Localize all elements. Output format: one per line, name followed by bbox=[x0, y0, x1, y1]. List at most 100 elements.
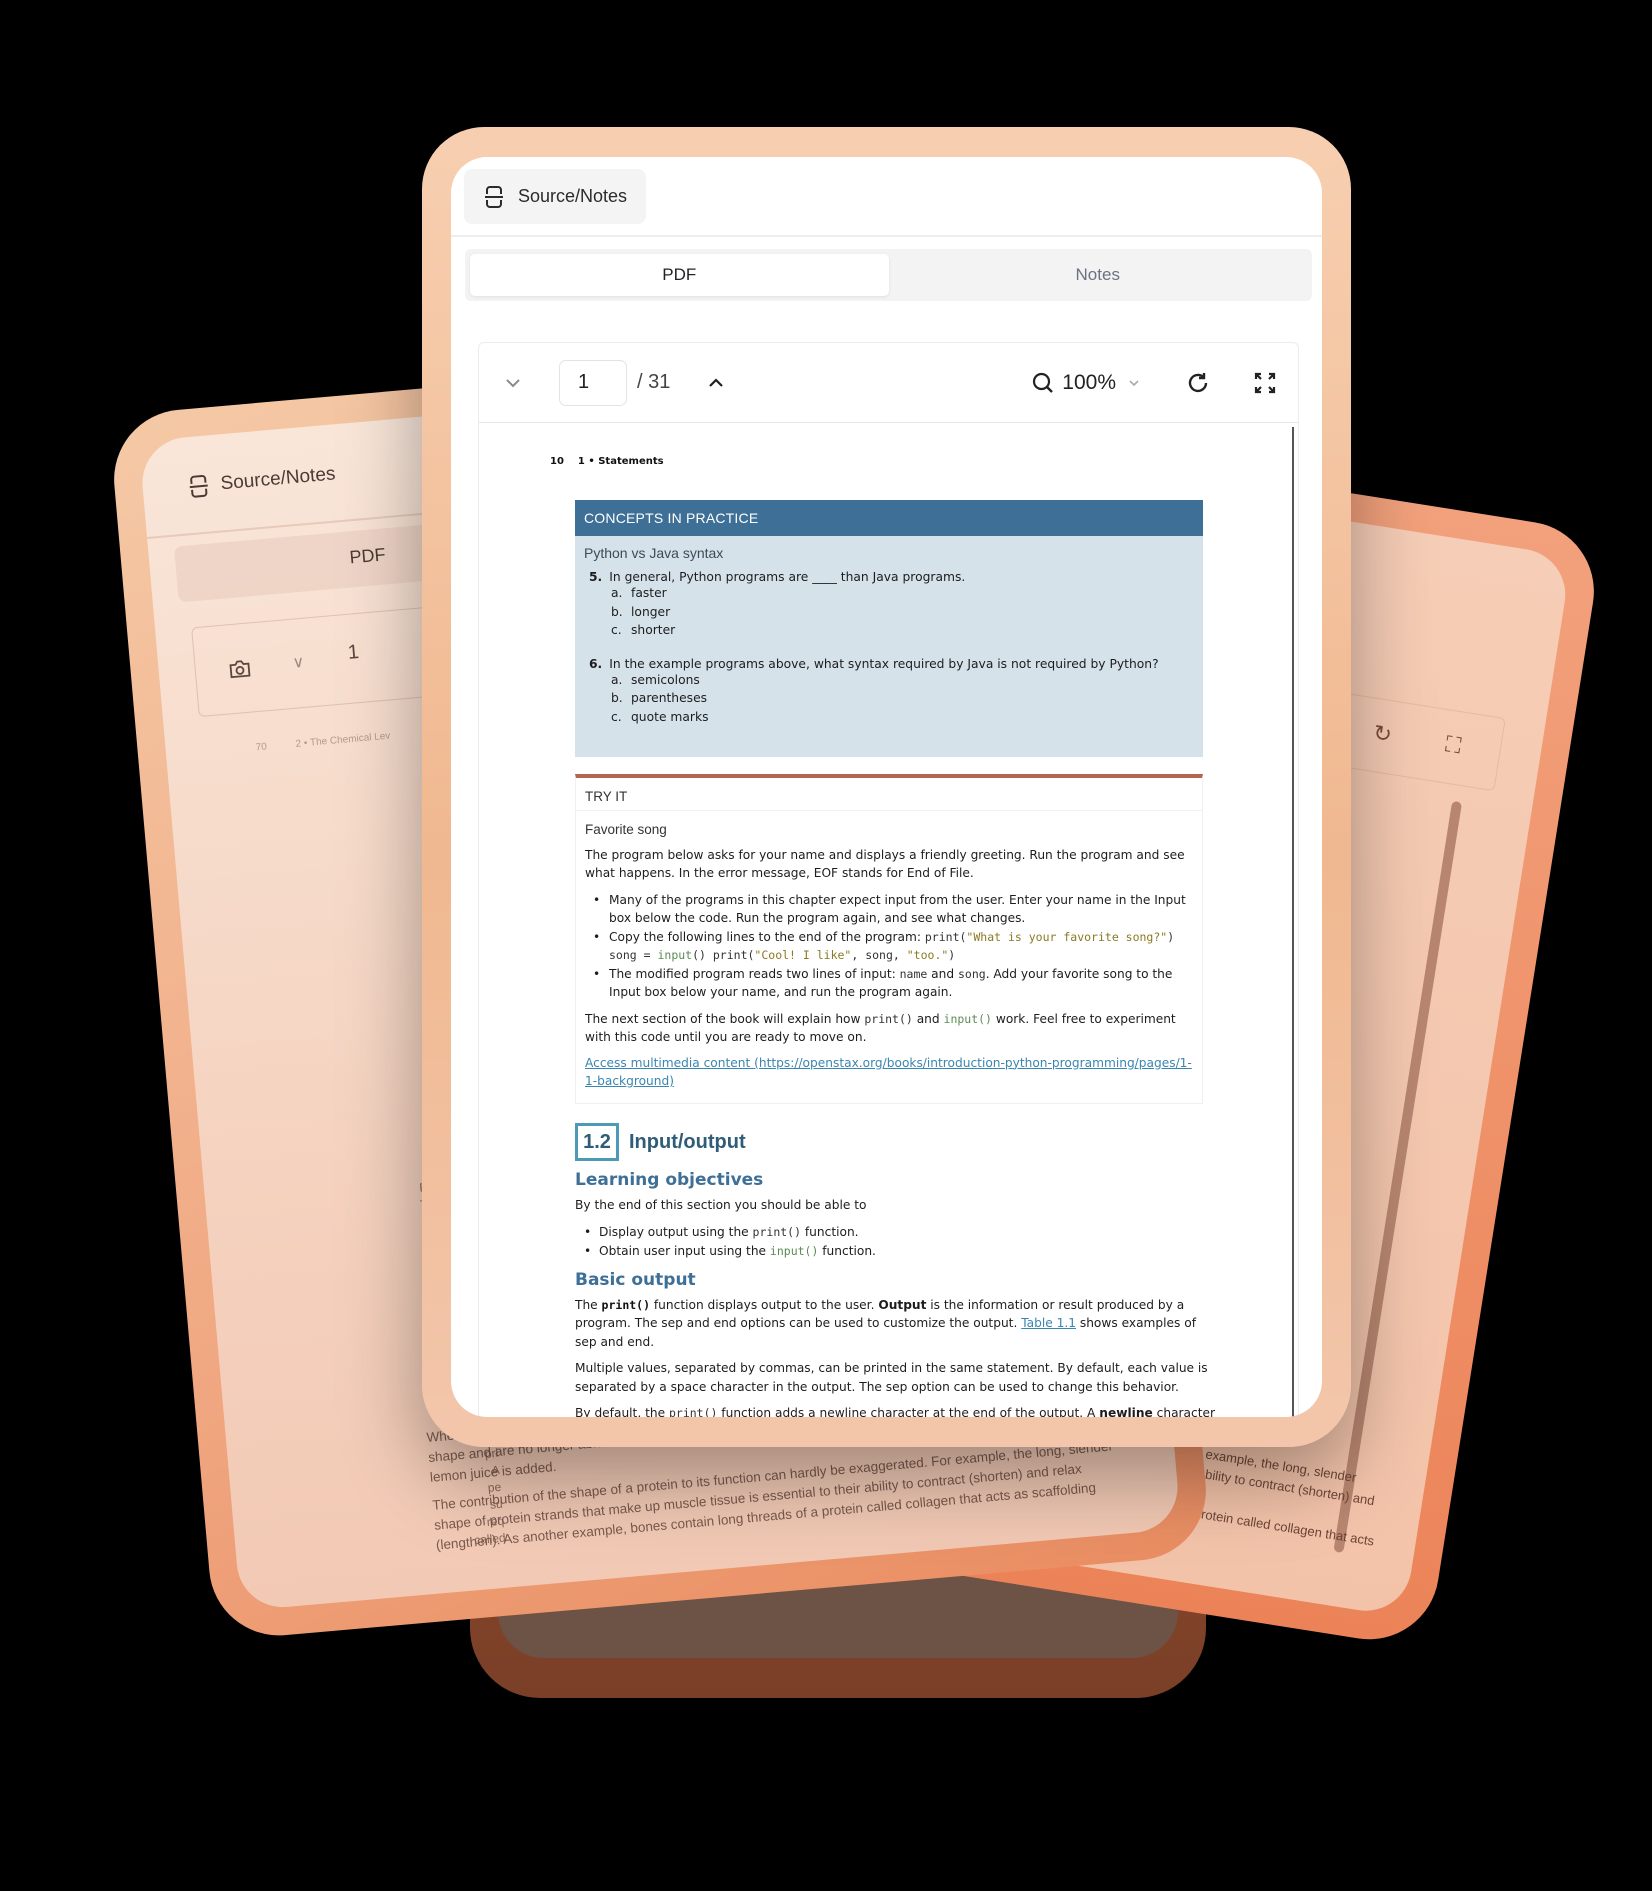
option-text: shorter bbox=[631, 623, 676, 637]
paragraph: The print() function displays output to … bbox=[575, 1296, 1215, 1352]
option-letter: c. bbox=[611, 623, 622, 637]
question-5: 5. In general, Python programs are ____ t… bbox=[575, 570, 1203, 640]
chevron-down-icon bbox=[506, 378, 520, 387]
answer-option[interactable]: c. shorter bbox=[611, 621, 1203, 640]
answer-option[interactable]: a. faster bbox=[611, 584, 1203, 603]
section-title: Input/output bbox=[629, 1130, 746, 1153]
fullscreen-icon bbox=[1254, 372, 1276, 393]
objectives-list: Display output using the print() functio… bbox=[575, 1223, 1215, 1261]
learning-objectives-heading: Learning objectives bbox=[575, 1170, 764, 1190]
list-item: The modified program reads two lines of … bbox=[585, 965, 1193, 1002]
code-string: "Cool! I like" bbox=[754, 948, 852, 962]
text: and bbox=[912, 1011, 944, 1026]
list-item: Display output using the print() functio… bbox=[575, 1223, 1215, 1242]
code-inline: print() bbox=[668, 1406, 718, 1417]
zoom-dropdown[interactable]: 100% bbox=[1032, 371, 1140, 395]
objectives-intro: By the end of this section you should be… bbox=[575, 1198, 867, 1212]
option-letter: a. bbox=[611, 586, 623, 600]
chevron-down-icon: ∨ bbox=[291, 653, 305, 672]
question-text: 6. In the example programs above, what sy… bbox=[589, 657, 1203, 671]
try-it-title: Favorite song bbox=[585, 822, 667, 837]
try-it-intro: The program below asks for your name and… bbox=[585, 847, 1185, 881]
concepts-in-practice-box: CONCEPTS IN PRACTICE Python vs Java synt… bbox=[575, 500, 1203, 757]
code-token: ) bbox=[948, 948, 956, 962]
option-letter: b. bbox=[611, 604, 623, 619]
paragraph: By default, the print() function adds a … bbox=[575, 1404, 1215, 1417]
answer-option[interactable]: b. longer bbox=[611, 603, 1203, 622]
text: function adds a newline character at the… bbox=[717, 1406, 1100, 1417]
text: Display output using the bbox=[599, 1224, 753, 1239]
list-item: Copy the following lines to the end of t… bbox=[585, 928, 1193, 965]
code-inline: print() bbox=[752, 1224, 802, 1239]
question-6: 6. In the example programs above, what sy… bbox=[575, 657, 1203, 727]
background-tab-pdf: PDF bbox=[348, 544, 387, 568]
question-text: 5. In general, Python programs are ____ t… bbox=[589, 570, 1203, 584]
concepts-subtitle: Python vs Java syntax bbox=[584, 545, 724, 561]
previous-page-button[interactable] bbox=[501, 371, 525, 395]
next-page-button[interactable] bbox=[704, 371, 728, 395]
multimedia-link[interactable]: Access multimedia content (https://opens… bbox=[585, 1056, 1192, 1089]
background-running-page: 70 bbox=[255, 741, 268, 754]
list-item: Many of the programs in this chapter exp… bbox=[585, 891, 1193, 928]
try-it-steps: Many of the programs in this chapter exp… bbox=[585, 891, 1193, 1002]
table-link[interactable]: Table 1.1 bbox=[1021, 1316, 1076, 1330]
page-number-input[interactable] bbox=[559, 359, 627, 406]
try-it-next: The next section of the book will explai… bbox=[585, 1010, 1193, 1047]
code-inline: song bbox=[957, 966, 986, 981]
source-notes-icon bbox=[189, 474, 208, 498]
answer-option[interactable]: b. parentheses bbox=[611, 689, 1203, 708]
code-inline: input() bbox=[943, 1011, 992, 1026]
view-tabs: PDF Notes bbox=[465, 249, 1312, 301]
text: By default, the bbox=[575, 1406, 669, 1417]
bold-term: Output bbox=[878, 1297, 927, 1312]
try-it-header: TRY IT bbox=[576, 778, 1202, 811]
rotate-button[interactable] bbox=[1186, 371, 1210, 395]
code-token: , song, bbox=[851, 948, 907, 962]
question-body: In the example programs above, what synt… bbox=[609, 656, 1159, 671]
answer-option[interactable]: c. quote marks bbox=[611, 708, 1203, 727]
basic-output-heading: Basic output bbox=[575, 1269, 696, 1290]
text: function. bbox=[818, 1243, 876, 1258]
code-inline: name bbox=[899, 966, 928, 981]
background-page-number: 1 bbox=[346, 641, 360, 664]
code-string: "too." bbox=[906, 948, 949, 962]
search-icon bbox=[1033, 372, 1054, 393]
chapter-label: 1 • Statements bbox=[577, 456, 664, 467]
code-token: ) bbox=[1167, 929, 1175, 944]
concepts-header: CONCEPTS IN PRACTICE bbox=[575, 500, 1203, 536]
fullscreen-button[interactable] bbox=[1254, 372, 1276, 394]
tab-pdf[interactable]: PDF bbox=[470, 254, 889, 296]
text: The next section of the book will explai… bbox=[585, 1011, 865, 1026]
tab-notes[interactable]: Notes bbox=[889, 254, 1308, 296]
code-inline: input() bbox=[769, 1243, 819, 1258]
page-total: / 31 bbox=[637, 371, 671, 393]
code-token: song = bbox=[609, 948, 658, 962]
pdf-page: 10 1 • Statements CONCEPTS IN PRACTICE Py… bbox=[479, 423, 1298, 1417]
page-number-label: 10 bbox=[550, 456, 564, 467]
camera-icon bbox=[228, 657, 252, 679]
text: function displays output to the user. bbox=[650, 1297, 879, 1312]
chevron-up-icon bbox=[709, 377, 724, 387]
source-notes-panel: Source/Notes PDF Notes / 31 100% bbox=[451, 157, 1322, 1417]
option-text: quote marks bbox=[631, 709, 709, 724]
pdf-toolbar: / 31 100% bbox=[479, 343, 1298, 423]
header-divider bbox=[451, 235, 1322, 237]
pdf-viewer: / 31 100% bbox=[478, 342, 1299, 1417]
background-source-notes-button: Source/Notes bbox=[166, 444, 360, 516]
section-number: 1.2 bbox=[575, 1123, 619, 1161]
scrollbar[interactable] bbox=[1292, 427, 1294, 1417]
code-token: () bbox=[692, 948, 713, 962]
text: and bbox=[927, 966, 958, 981]
option-letter: b. bbox=[611, 691, 623, 705]
option-text: parentheses bbox=[631, 691, 708, 705]
text: function. bbox=[801, 1224, 859, 1239]
running-head: 10 1 • Statements bbox=[550, 456, 678, 467]
code-token: print( bbox=[712, 948, 755, 962]
option-text: semicolons bbox=[631, 672, 700, 687]
source-notes-button[interactable]: Source/Notes bbox=[464, 169, 646, 224]
question-number: 6. bbox=[589, 656, 603, 671]
text: Copy the following lines to the end of t… bbox=[609, 929, 925, 944]
code-string: "What is your favorite song?" bbox=[966, 929, 1168, 944]
question-number: 5. bbox=[589, 570, 603, 584]
answer-option[interactable]: a. semicolons bbox=[611, 671, 1203, 690]
